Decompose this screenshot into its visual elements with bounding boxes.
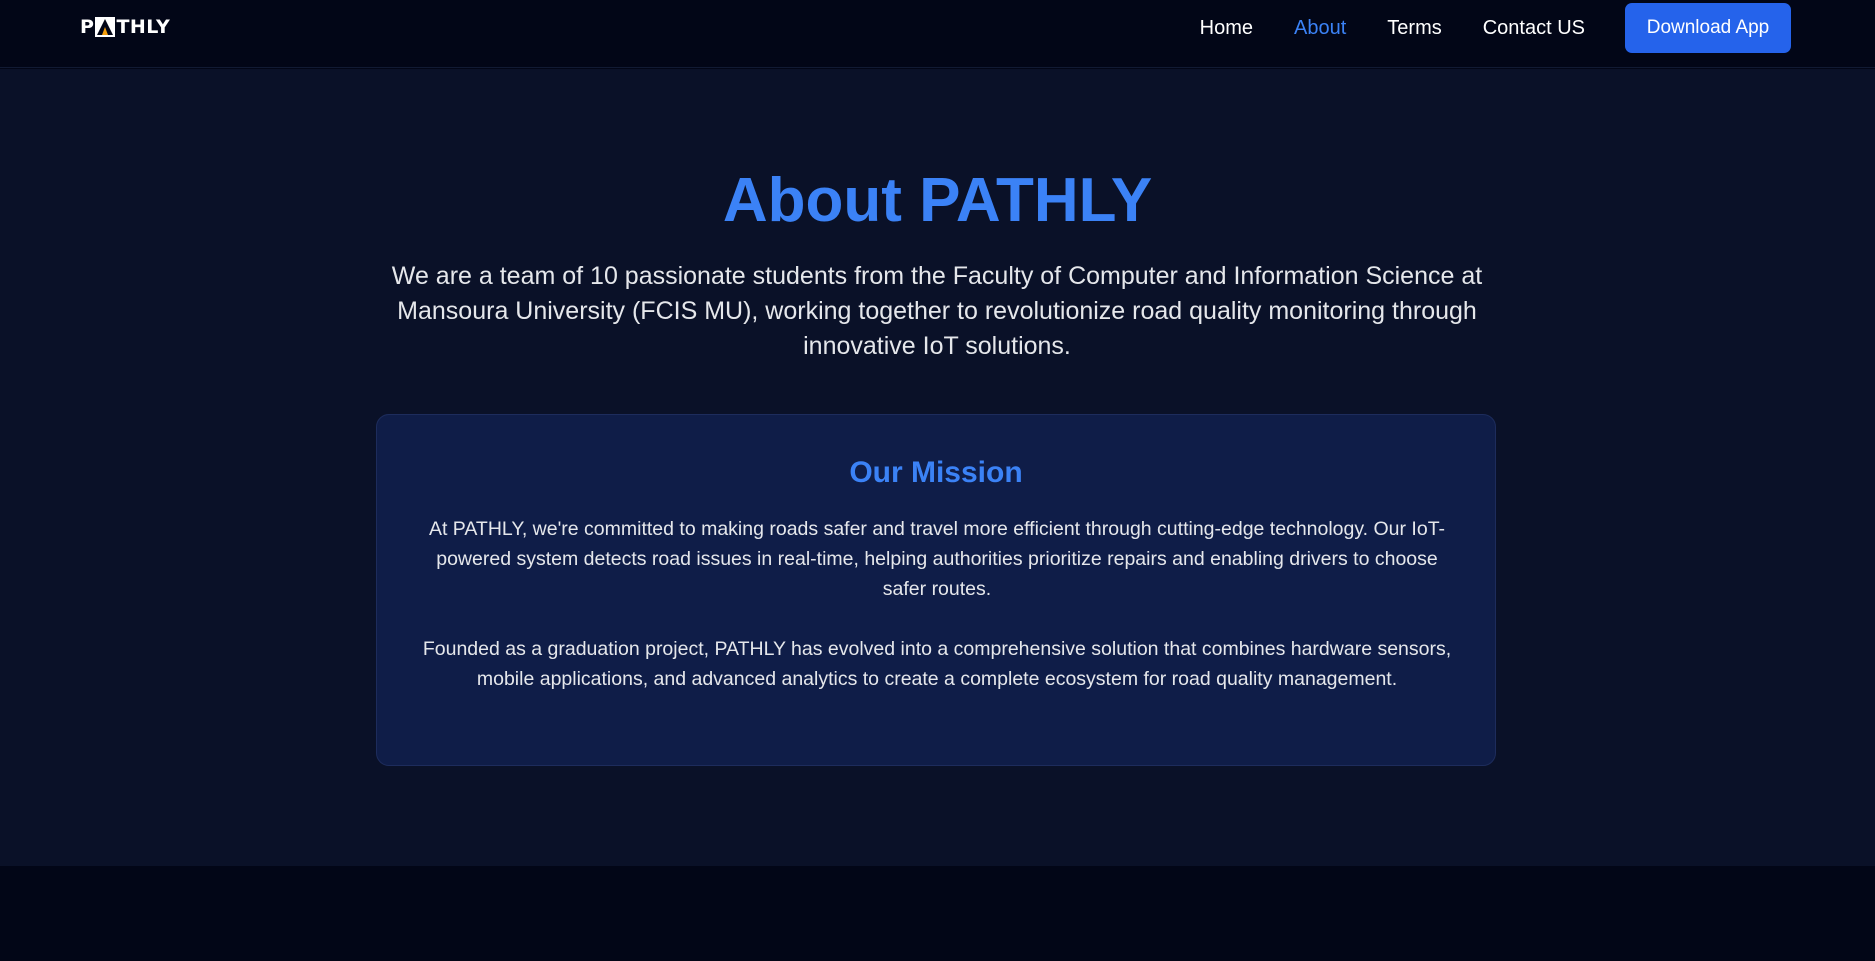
footer [0, 866, 1875, 961]
logo-letter-p: P [80, 16, 95, 38]
page-title: About PATHLY [722, 166, 1153, 235]
nav-link-contact[interactable]: Contact US [1483, 17, 1585, 40]
about-section: About PATHLY We are a team of 10 passion… [0, 69, 1875, 866]
pathly-logo[interactable]: P THLY [80, 15, 170, 39]
nav-link-home[interactable]: Home [1200, 17, 1253, 40]
nav-link-terms[interactable]: Terms [1387, 17, 1441, 40]
main-nav: Home About Terms Contact US Download App [1200, 0, 1875, 56]
nav-link-about[interactable]: About [1294, 17, 1346, 40]
download-app-button[interactable]: Download App [1625, 3, 1791, 53]
mission-paragraph-2: Founded as a graduation project, PATHLY … [422, 638, 1452, 690]
mission-card: Our Mission At PATHLY, we're committed t… [376, 414, 1496, 766]
about-intro: We are a team of 10 passionate students … [391, 262, 1483, 360]
road-triangle-icon [95, 17, 116, 37]
logo-letters-thly: THLY [116, 16, 171, 38]
navbar: P THLY Home About Terms Contact US Downl… [0, 0, 1875, 68]
mission-title: Our Mission [849, 456, 1023, 489]
mission-paragraph-1: At PATHLY, we're committed to making roa… [428, 518, 1446, 600]
